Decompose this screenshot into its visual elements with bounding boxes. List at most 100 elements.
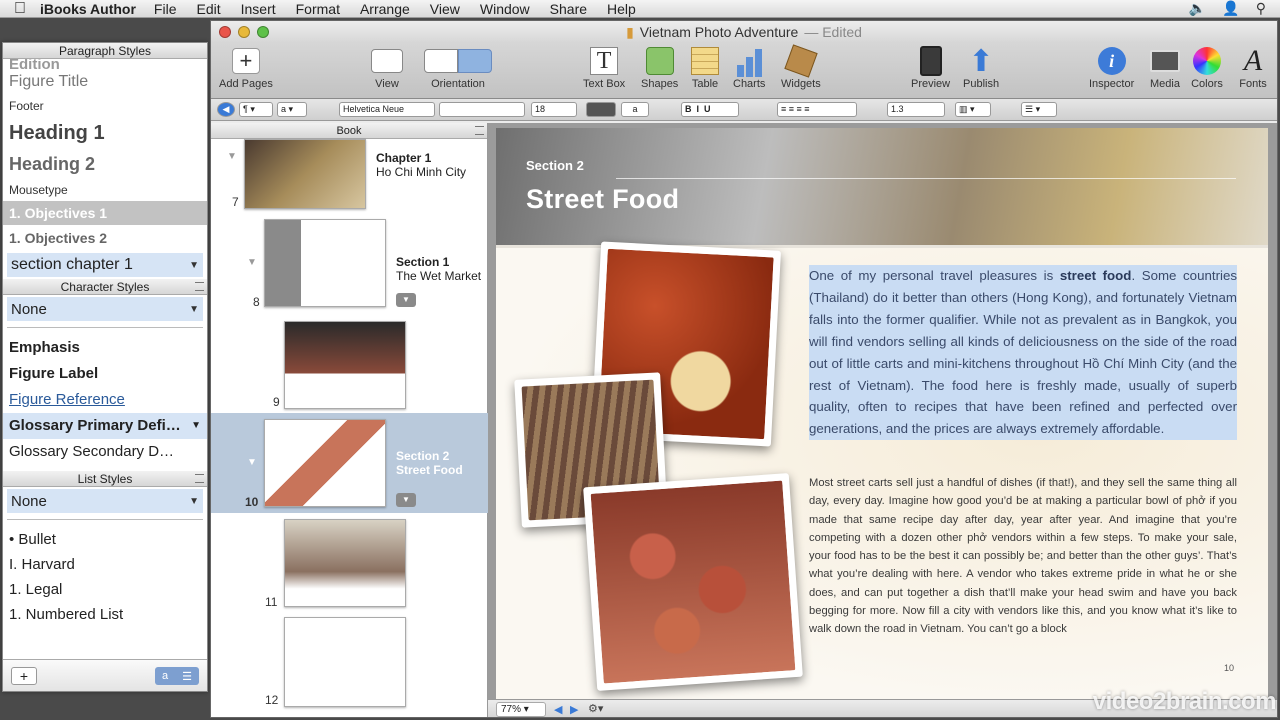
book-row-page-12[interactable]: 12 [211,615,488,709]
previous-page-icon[interactable]: ◀ [554,703,562,716]
font-family-select[interactable]: Helvetica Neue [339,102,435,117]
character-style-emphasis[interactable]: Emphasis [3,335,207,361]
fonts-button[interactable]: A Fonts [1237,44,1269,90]
menu-window[interactable]: Window [480,1,530,17]
character-style-menu[interactable]: a ▾ [277,102,307,117]
menu-arrange[interactable]: Arrange [360,1,410,17]
media-button[interactable]: Media [1149,45,1181,90]
book-row-chapter-1[interactable]: ▼ 7 Chapter 1 Ho Chi Minh City [211,139,488,209]
menu-share[interactable]: Share [550,1,587,17]
list-style-legal[interactable]: 1. Legal [3,577,207,602]
shapes-button[interactable]: Shapes [641,45,678,90]
page-thumbnail[interactable] [264,219,386,307]
photo-meatball-skewers[interactable] [583,473,803,691]
chevron-down-icon[interactable]: ▼ [396,293,416,307]
page-thumbnail[interactable] [284,519,406,607]
character-style-icon[interactable]: a [162,670,168,682]
font-style-select[interactable] [439,102,525,117]
character-style-glossary-primary[interactable]: Glossary Primary Defi… ▼ [3,413,207,439]
view-button[interactable]: View [371,45,403,90]
add-pages-button[interactable]: + Add Pages [219,45,273,90]
book-row-page-11[interactable]: 11 [211,517,488,609]
minimize-window-icon[interactable] [238,26,250,38]
section-label[interactable]: Section 2 [526,158,584,173]
orientation-button[interactable]: Orientation [423,45,493,90]
page-thumbnail[interactable] [264,419,386,507]
gear-icon[interactable]: ⚙▾ [588,702,603,715]
menu-file[interactable]: File [154,1,177,17]
alignment-group[interactable]: ≡ ≡ ≡ ≡ [777,102,857,117]
page-canvas[interactable]: Section 2 Street Food One of my personal… [488,123,1277,717]
list-style-harvard[interactable]: I. Harvard [3,552,207,577]
list-style-bullet[interactable]: • Bullet [3,527,207,552]
paragraph-style-heading-2[interactable]: Heading 2 [3,149,207,179]
menu-view[interactable]: View [430,1,460,17]
preview-button[interactable]: Preview [911,45,950,90]
font-size-field[interactable]: 18 [531,102,577,117]
lead-paragraph-selected[interactable]: One of my personal travel pleasures is s… [809,265,1237,441]
menu-format[interactable]: Format [296,1,340,17]
paragraph-style-heading-1[interactable]: Heading 1 [3,117,207,149]
grip-icon[interactable] [475,126,484,135]
paragraph-style-footer[interactable]: Footer [3,95,207,117]
page-title[interactable]: Street Food [526,184,679,215]
columns-select[interactable]: ▥ ▾ [955,102,991,117]
disclosure-triangle-icon[interactable]: ▼ [247,257,257,268]
paragraph-style-edition[interactable]: Edition [3,59,207,69]
list-style-popup[interactable]: None ▼ [7,489,203,513]
paragraph-style-mousetype[interactable]: Mousetype [3,179,207,201]
paragraph-style-objectives-2[interactable]: 1. Objectives 2 [3,225,207,251]
list-style-icon[interactable]: ☰ [182,670,192,683]
charts-button[interactable]: Charts [733,45,765,90]
paragraph-style-popup[interactable]: section chapter 1 ▼ [7,253,203,277]
paragraph-style-menu[interactable]: ¶ ▾ [239,102,273,117]
character-style-figure-label[interactable]: Figure Label [3,361,207,387]
book-row-page-9[interactable]: 9 [211,319,488,409]
zoom-window-icon[interactable] [257,26,269,38]
grip-icon[interactable] [195,282,204,291]
list-bullets-select[interactable]: ☰ ▾ [1021,102,1057,117]
disclosure-triangle-icon[interactable]: ▼ [227,151,237,162]
user-icon[interactable]: 👤 [1222,0,1239,17]
paragraph-style-figure-title[interactable]: Figure Title [3,69,207,95]
style-type-toggle[interactable]: a ☰ [155,667,199,685]
character-style-figure-reference[interactable]: Figure Reference [3,387,207,413]
publish-button[interactable]: ⬆ Publish [963,45,999,91]
highlight-color-well[interactable]: a [621,102,649,117]
grip-icon[interactable] [195,474,204,483]
page-thumbnail[interactable] [284,321,406,409]
close-window-icon[interactable] [219,26,231,38]
apple-icon[interactable]:  [0,0,40,18]
chevron-down-icon[interactable]: ▼ [396,493,416,507]
body-paragraph[interactable]: Most street carts sell just a handful of… [809,474,1237,639]
disclosure-triangle-icon[interactable]: ▼ [247,457,257,468]
volume-icon[interactable]: 🔈 [1189,0,1206,17]
header-banner-image[interactable]: Section 2 Street Food [496,128,1268,248]
paragraph-style-objectives-1[interactable]: 1. Objectives 1 [3,201,207,225]
page-thumbnail[interactable] [284,617,406,707]
table-button[interactable]: Table [689,45,721,90]
app-menu[interactable]: iBooks Author [40,1,136,17]
next-page-icon[interactable]: ▶ [570,703,578,716]
menu-help[interactable]: Help [607,1,636,17]
book-row-section-2[interactable]: ▼ 10 Section 2 Street Food ▼ [211,413,488,513]
character-style-glossary-secondary[interactable]: Glossary Secondary D… [3,439,207,465]
menu-insert[interactable]: Insert [241,1,276,17]
book-row-section-1[interactable]: ▼ 8 Section 1 The Wet Market ▼ [211,217,488,309]
styles-drawer-toggle-icon[interactable]: ◀ [217,102,235,117]
add-style-button[interactable]: + [11,667,37,685]
text-color-well[interactable] [586,102,616,117]
list-style-numbered[interactable]: 1. Numbered List [3,602,207,627]
zoom-select[interactable]: 77% ▾ [496,702,546,717]
text-box-button[interactable]: T Text Box [583,45,625,90]
spotlight-search-icon[interactable]: ⚲ [1256,0,1266,17]
menu-edit[interactable]: Edit [196,1,220,17]
page-thumbnail[interactable] [244,139,366,209]
line-spacing-select[interactable]: 1.3 [887,102,945,117]
inspector-button[interactable]: i Inspector [1089,45,1134,90]
bold-italic-underline-group[interactable]: B I U [681,102,739,117]
widgets-button[interactable]: Widgets [781,44,821,90]
colors-button[interactable]: Colors [1191,45,1223,90]
character-style-popup[interactable]: None ▼ [7,297,203,321]
book-page[interactable]: Section 2 Street Food One of my personal… [496,128,1268,705]
